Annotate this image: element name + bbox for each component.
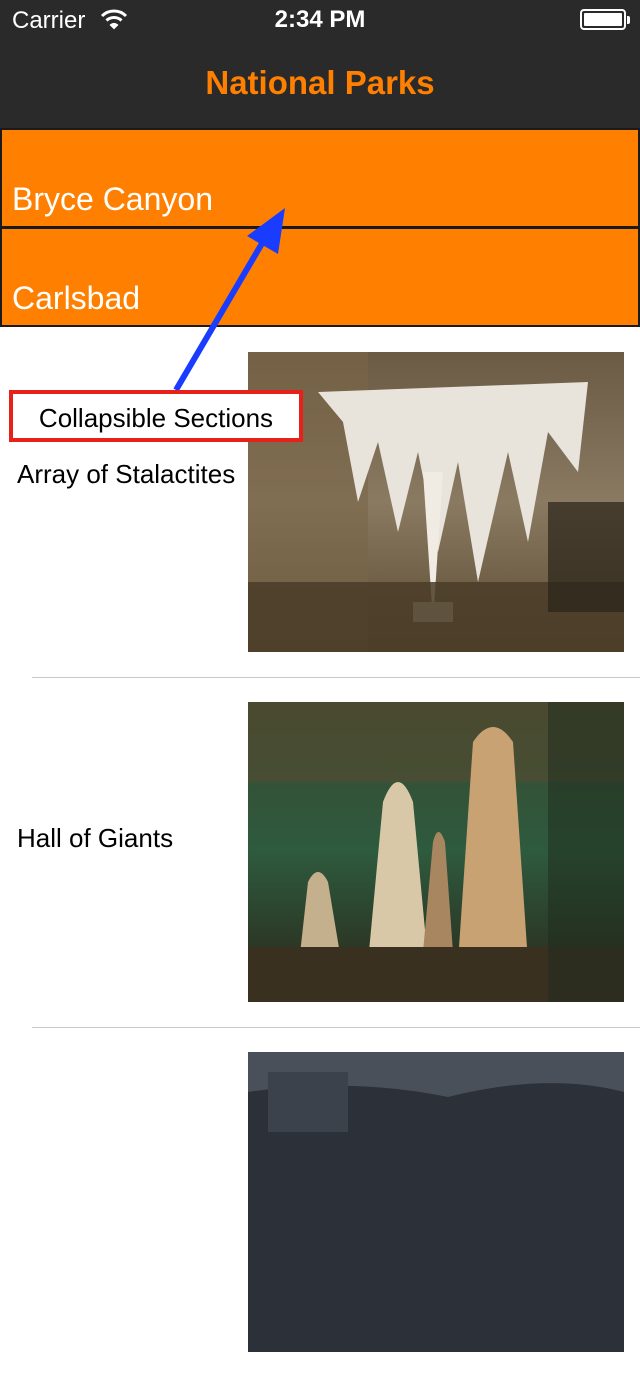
page-title: National Parks	[205, 64, 435, 101]
status-time: 2:34 PM	[274, 6, 366, 33]
cave-stalactites-photo	[248, 352, 624, 652]
section-header-label: Bryce Canyon	[12, 181, 213, 217]
section-header-carlsbad[interactable]: Carlsbad	[0, 227, 640, 327]
cave-hall-of-giants-photo	[248, 702, 624, 1002]
navigation-bar: National Parks	[0, 40, 640, 128]
cave-dark-photo	[248, 1052, 624, 1352]
status-bar: Carrier 2:34 PM	[0, 0, 640, 40]
annotation-label: Collapsible Sections	[38, 403, 274, 433]
section-header-bryce-canyon[interactable]: Bryce Canyon	[0, 128, 640, 228]
row-title: Hall of Giants	[17, 823, 174, 853]
table-row[interactable]: Array of Stalactites	[0, 328, 640, 678]
table-row[interactable]: Hall of Giants	[0, 678, 640, 1028]
table-row[interactable]	[0, 1028, 640, 1378]
row-title: Array of Stalactites	[17, 459, 236, 489]
section-header-label: Carlsbad	[12, 280, 141, 316]
annotation-callout: Collapsible Sections	[9, 390, 303, 442]
battery-icon	[580, 9, 630, 30]
